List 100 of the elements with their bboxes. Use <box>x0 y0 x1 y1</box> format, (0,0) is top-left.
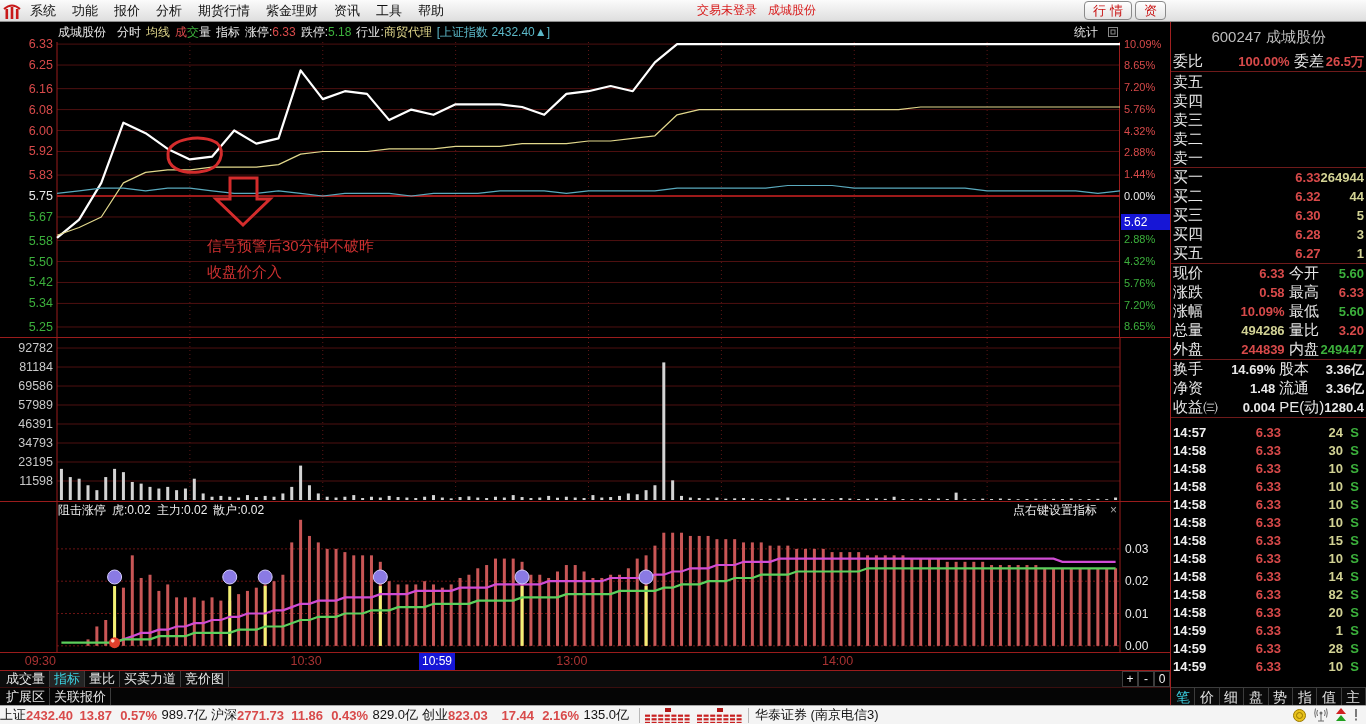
quote-label: PE(动) <box>1278 398 1325 417</box>
trade-time: 14:58 <box>1173 478 1208 494</box>
trade-side: S <box>1349 640 1360 656</box>
trade-price: 6.33 <box>1254 622 1281 638</box>
time-tick-label: 09:30 <box>23 653 56 670</box>
quote-value: 1280.4 <box>1324 400 1364 415</box>
index-name: 上证 <box>0 706 26 724</box>
cursor-time-label: 10:59 <box>419 653 455 670</box>
bid-price: 6.27 <box>1294 246 1321 261</box>
volume-tick-label: 46391 <box>18 417 53 431</box>
bid-label: 买五 <box>1173 244 1204 263</box>
volume-tick-label: 57989 <box>18 398 53 412</box>
quote-label: 委比 <box>1173 52 1204 71</box>
price-tick-label: 5.67 <box>28 210 53 224</box>
indicator-readout: 散户:0.02 <box>213 503 265 518</box>
quote-label: 股本 <box>1278 360 1311 379</box>
trade-time: 14:58 <box>1173 496 1208 512</box>
index-value: 2771.73 <box>237 707 285 723</box>
trade-side: S <box>1349 460 1360 476</box>
trade-side: S <box>1349 478 1360 494</box>
percent-tick-label: 8.65% <box>1123 59 1156 73</box>
info-field: 行业:商贸代理 <box>356 23 432 41</box>
trade-price: 6.33 <box>1254 586 1281 602</box>
hint-text: 点右键设置指标 <box>1013 503 1097 518</box>
index-value: 823.03 <box>448 707 489 723</box>
indicator-tick-label: 0.01 <box>1125 606 1149 621</box>
quote-label: 现价 <box>1173 264 1204 283</box>
quote-value: 3.36亿 <box>1324 360 1364 379</box>
stock-title: 600247 成城股份 <box>1210 26 1327 47</box>
trade-time: 14:59 <box>1173 622 1208 638</box>
ask-label: 卖一 <box>1173 148 1203 167</box>
trade-price: 6.33 <box>1254 604 1281 620</box>
quote-label: 涨幅 <box>1173 302 1204 321</box>
quote-value: 26.5万 <box>1325 52 1364 71</box>
index-percent: 0.43% <box>330 707 368 723</box>
bid-price: 6.32 <box>1294 189 1321 204</box>
quote-value: 249447 <box>1320 342 1364 357</box>
quote-label: 最高 <box>1287 283 1320 302</box>
trade-side: S <box>1349 658 1360 674</box>
index-change: 13.87 <box>78 707 112 723</box>
trade-side: S <box>1349 604 1360 620</box>
trade-volume: 15 <box>1327 532 1343 548</box>
trade-volume: 10 <box>1327 496 1343 512</box>
quote-label: 涨跌 <box>1173 283 1204 302</box>
index-percent: 0.57% <box>119 707 157 723</box>
quote-label: 流通 <box>1278 379 1311 398</box>
trade-time: 14:58 <box>1173 586 1208 602</box>
quote-value: 0.58 <box>1258 285 1285 300</box>
ask-label: 卖二 <box>1173 129 1203 148</box>
percent-tick-label: 5.76% <box>1123 102 1156 116</box>
quote-value: 5.60 <box>1337 304 1364 319</box>
trade-time: 14:58 <box>1173 514 1208 530</box>
trade-volume: 30 <box>1327 442 1343 458</box>
price-tick-label: 5.42 <box>28 275 53 290</box>
price-tick-label: 5.75 <box>28 189 53 203</box>
bid-volume: 1 <box>1355 246 1364 261</box>
index-value: 2432.40 <box>26 707 74 723</box>
ask-label: 卖四 <box>1173 91 1203 110</box>
quote-value: 6.33 <box>1258 266 1285 281</box>
trade-volume: 28 <box>1327 640 1343 656</box>
ask-label: 卖五 <box>1173 72 1203 91</box>
quote-label: 内盘 <box>1287 340 1320 359</box>
index-turnover: 989.7亿 <box>160 706 207 724</box>
time-tick-label: 13:00 <box>555 653 588 670</box>
trade-price: 6.33 <box>1254 568 1281 584</box>
percent-tick-label: 7.20% <box>1123 298 1156 312</box>
trade-price: 6.33 <box>1254 424 1281 440</box>
quote-label: 委差 <box>1292 52 1325 71</box>
time-tick-label: 14:00 <box>820 653 854 670</box>
notice-text: 成城股份 <box>768 2 816 19</box>
price-tick-label: 6.08 <box>28 102 53 117</box>
quote-value: 0.004 <box>1241 400 1276 415</box>
trade-volume: 24 <box>1327 424 1343 440</box>
percent-tick-label: 1.44% <box>1123 168 1156 182</box>
info-field: 涨停:6.33 <box>245 23 296 41</box>
bid-label: 买一 <box>1173 168 1204 187</box>
trade-side: S <box>1349 568 1360 584</box>
price-tick-label: 5.83 <box>28 168 53 183</box>
quote-label: 总量 <box>1173 321 1204 340</box>
quote-value: 3.36亿 <box>1324 379 1364 398</box>
bid-volume: 5 <box>1355 208 1364 223</box>
bid-label: 买二 <box>1173 187 1204 206</box>
percent-tick-label: 5.76% <box>1123 276 1156 290</box>
bid-price: 6.28 <box>1294 227 1321 242</box>
price-tick-label: 6.33 <box>28 37 53 52</box>
percent-tick-label: 8.65% <box>1123 320 1156 334</box>
trade-volume: 20 <box>1327 604 1343 620</box>
price-tick-label: 6.00 <box>28 123 53 138</box>
notice-text: 交易未登录 <box>697 2 757 19</box>
trade-side: S <box>1349 586 1360 602</box>
quote-label: 量比 <box>1287 321 1320 340</box>
trade-price: 6.33 <box>1254 514 1281 530</box>
quote-value: 244839 <box>1240 342 1285 357</box>
price-tick-label: 5.58 <box>28 233 53 248</box>
stock-name: 成城股份 <box>58 23 106 41</box>
price-tick-label: 6.16 <box>28 81 53 96</box>
quote-label: 收益㈢ <box>1173 398 1218 417</box>
index-turnover: 135.0亿 <box>582 706 629 724</box>
indicator-tick-label: 0.03 <box>1125 541 1149 556</box>
time-tick-label: 10:30 <box>289 653 322 670</box>
